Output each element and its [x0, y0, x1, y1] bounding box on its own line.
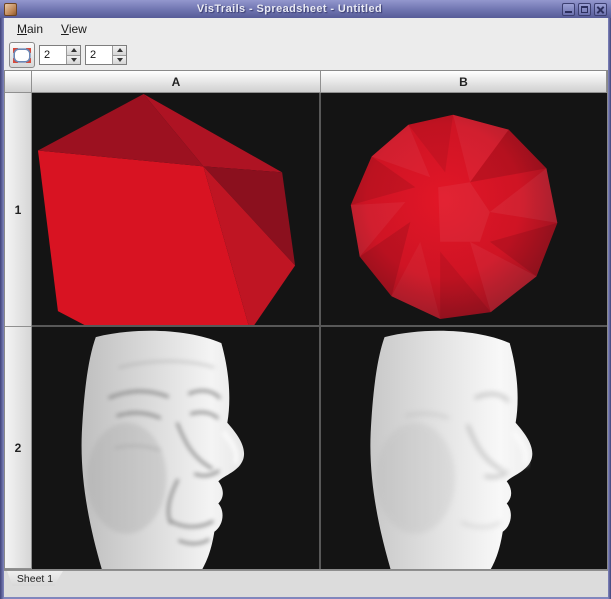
menubar: Main View	[4, 18, 608, 40]
row-count-up-button[interactable]	[67, 46, 80, 56]
up-arrow-icon	[117, 48, 123, 52]
column-count-up-button[interactable]	[113, 46, 126, 56]
window-controls	[562, 3, 607, 16]
cell-a2-face-mesh-detailed[interactable]	[32, 327, 321, 569]
toolbar	[4, 40, 608, 70]
row-count-input[interactable]	[40, 46, 66, 64]
row-header-1[interactable]: 1	[5, 93, 32, 327]
column-count-down-button[interactable]	[113, 56, 126, 65]
minimize-button[interactable]	[562, 3, 575, 16]
app-window: VisTrails - Spreadsheet - Untitled Main …	[0, 0, 611, 599]
cell-a1-red-icosahedron[interactable]	[32, 93, 321, 327]
statusbar	[4, 586, 608, 597]
window-title: VisTrails - Spreadsheet - Untitled	[17, 3, 562, 15]
row-count-spinbox	[39, 45, 81, 65]
face-mesh-detailed-render	[32, 327, 319, 569]
menu-main[interactable]: Main	[9, 20, 51, 38]
cell-b2-face-mesh-smoothed[interactable]	[321, 327, 607, 569]
app-icon	[4, 3, 17, 16]
corner-header[interactable]	[5, 71, 32, 93]
row-count-down-button[interactable]	[67, 56, 80, 65]
column-count-input[interactable]	[86, 46, 112, 64]
column-header-a[interactable]: A	[32, 71, 321, 93]
red-icosahedron-render	[32, 93, 319, 325]
window-frame: Main View	[0, 18, 611, 599]
minimize-icon	[565, 11, 572, 13]
window-content: Main View	[4, 18, 608, 597]
down-arrow-icon	[117, 58, 123, 62]
column-header-b[interactable]: B	[321, 71, 607, 93]
up-arrow-icon	[71, 48, 77, 52]
maximize-icon	[581, 6, 588, 13]
titlebar[interactable]: VisTrails - Spreadsheet - Untitled	[0, 0, 611, 18]
sheet-fit-cells-button[interactable]	[9, 42, 35, 68]
maximize-button[interactable]	[578, 3, 591, 16]
face-mesh-smoothed-render	[321, 327, 607, 569]
menu-view[interactable]: View	[53, 20, 95, 38]
red-faceted-sphere-render	[321, 93, 607, 325]
sheet-tab-1[interactable]: Sheet 1	[7, 571, 63, 586]
cell-b1-red-faceted-sphere[interactable]	[321, 93, 607, 327]
sheet-tabbar: Sheet 1	[4, 570, 608, 586]
down-arrow-icon	[71, 58, 77, 62]
sheet-fit-cells-icon	[13, 48, 31, 63]
column-count-spinbox	[85, 45, 127, 65]
spreadsheet-grid: A B 1	[4, 70, 608, 570]
row-header-2[interactable]: 2	[5, 327, 32, 569]
close-button[interactable]	[594, 3, 607, 16]
